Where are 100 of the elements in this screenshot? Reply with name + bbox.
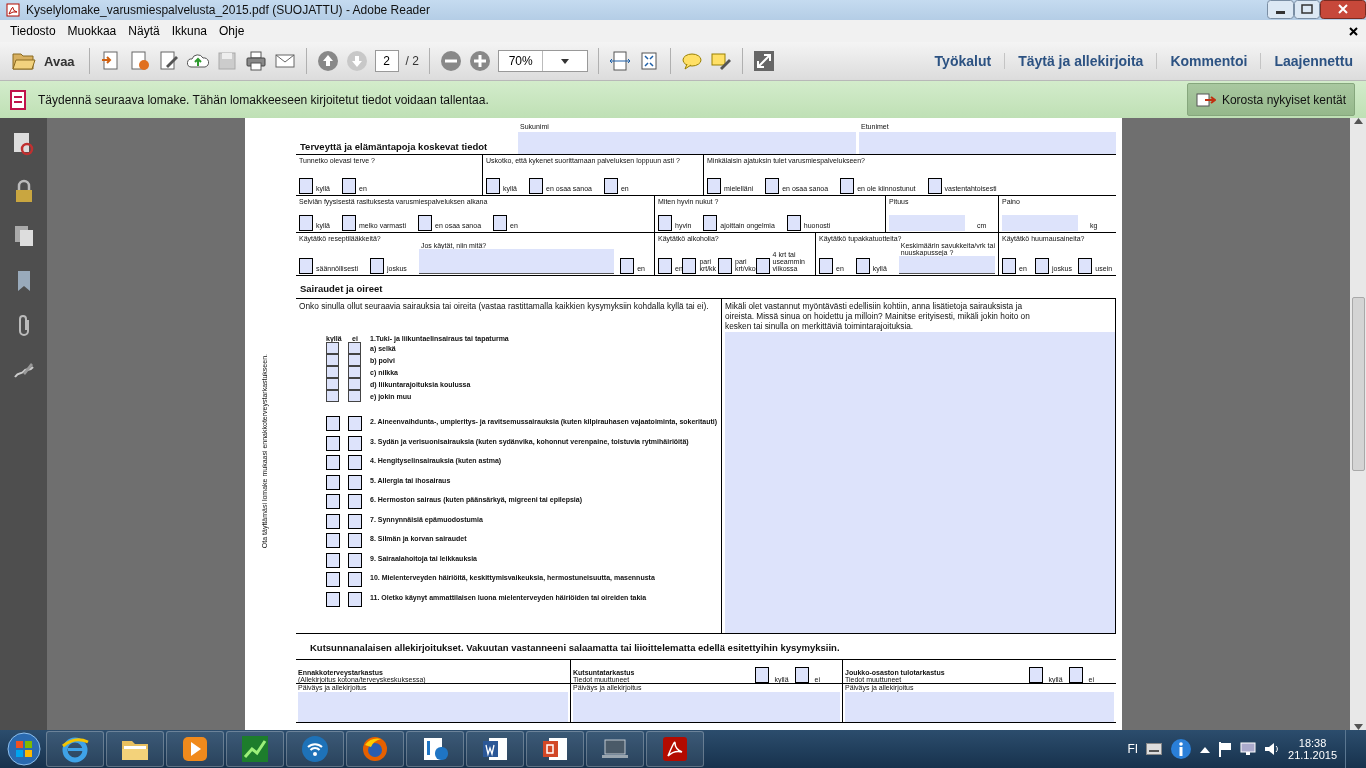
slides-icon[interactable] [541,735,569,763]
pages-icon[interactable] [12,224,35,248]
language-indicator[interactable]: FI [1127,742,1139,756]
start-icon[interactable] [4,731,44,767]
menu-item[interactable]: Ikkuna [165,24,213,38]
checkbox[interactable] [855,258,870,274]
checkbox[interactable] [326,378,339,390]
zoom-out-icon[interactable] [439,50,462,72]
checkbox[interactable] [348,591,362,607]
globe-icon[interactable] [361,735,389,763]
highlight-fields-button[interactable]: Korosta nykyiset kentät [1186,83,1355,116]
checkbox[interactable] [326,455,340,470]
zoom-dropdown[interactable]: 70% [497,50,588,72]
checkbox[interactable] [348,513,362,529]
clock-date[interactable]: 21.1.2015 [1288,749,1337,761]
checkbox[interactable] [370,258,385,274]
clock-time[interactable]: 18:38 [1298,737,1327,749]
signature-field[interactable] [573,692,840,722]
panel-tab[interactable]: Täytä ja allekirjoita [1004,53,1157,69]
menu-item[interactable]: Tiedosto [4,24,62,38]
panel-tab[interactable]: Työkalut [921,53,1005,69]
checkbox[interactable] [1078,258,1093,274]
volume-icon[interactable] [1264,742,1281,756]
panel-tab[interactable]: Laajennettu [1260,53,1366,69]
arrow-up-icon[interactable] [316,50,339,72]
flag-icon[interactable] [1218,741,1233,757]
checkbox[interactable] [348,455,362,470]
checkbox[interactable] [348,378,361,390]
input-field[interactable] [518,132,856,154]
panel-tab[interactable]: Kommentoi [1156,53,1261,69]
signature-field[interactable] [298,692,568,722]
checkbox[interactable] [754,667,769,683]
signature-field[interactable] [845,692,1114,722]
checkbox[interactable] [326,366,339,378]
input-field[interactable] [898,256,995,274]
checkbox[interactable] [348,552,362,568]
checkbox[interactable] [840,178,855,194]
checkbox[interactable] [348,342,361,354]
checkbox[interactable] [299,178,313,194]
zoom-in-icon[interactable] [468,50,491,72]
checkbox[interactable] [348,572,362,587]
document-search-icon[interactable] [11,132,36,158]
checkbox[interactable] [486,178,500,194]
checkbox[interactable] [1035,258,1050,274]
checkbox[interactable] [418,215,433,231]
checkbox[interactable] [927,178,942,194]
fullscreen-icon[interactable] [752,50,775,72]
checkbox[interactable] [326,435,340,451]
checkbox[interactable] [493,215,508,231]
fit-width-icon[interactable] [608,50,631,72]
checkbox[interactable] [342,215,356,231]
menu-item[interactable]: Ohje [213,24,251,38]
checkbox[interactable] [765,178,780,194]
checkbox[interactable] [1028,667,1043,683]
close-icon[interactable] [1349,27,1358,36]
input-field[interactable] [859,132,1116,154]
page-number-field[interactable]: 2 [374,50,399,72]
menu-item[interactable]: Muokkaa [61,24,123,38]
checkbox[interactable] [682,258,697,274]
checkbox[interactable] [326,513,340,529]
checkbox[interactable] [1002,258,1016,274]
highlight-text-icon[interactable] [709,50,732,72]
checkbox[interactable] [1068,667,1083,683]
checkbox[interactable] [786,215,801,231]
keyboard-icon[interactable] [1146,743,1163,755]
minimize-icon[interactable] [1267,0,1294,19]
checkbox[interactable] [603,178,618,194]
checkbox[interactable] [620,258,635,274]
menu-item[interactable]: Näytä [122,24,166,38]
maximize-icon[interactable] [1294,0,1320,19]
checkbox[interactable] [348,416,362,431]
app-icon[interactable] [421,735,449,763]
checkbox[interactable] [326,354,339,366]
checkbox[interactable] [707,178,721,194]
checkbox[interactable] [658,215,672,231]
checkbox[interactable] [326,572,340,587]
checkbox[interactable] [348,366,361,378]
checkbox[interactable] [348,354,361,366]
close-icon[interactable] [1320,0,1366,19]
checkbox[interactable] [326,552,340,568]
open-button[interactable]: Avaa [8,49,79,73]
chart-icon[interactable] [241,735,269,763]
checkbox[interactable] [326,591,340,607]
chevron-up-icon[interactable] [1200,745,1211,753]
checkbox[interactable] [299,258,313,274]
checkbox[interactable] [326,533,340,548]
checkbox[interactable] [348,494,362,509]
checkbox[interactable] [299,215,313,231]
checkbox[interactable] [819,258,833,274]
checkbox[interactable] [658,258,672,274]
checkbox[interactable] [703,215,718,231]
info-icon[interactable] [1170,738,1193,760]
checkbox[interactable] [348,390,361,402]
checkbox[interactable] [326,494,340,509]
input-field[interactable] [418,249,615,274]
wifi-icon[interactable] [301,735,329,763]
scrollbar-thumb[interactable] [1351,297,1365,471]
checkbox[interactable] [326,416,340,431]
checkbox[interactable] [794,667,809,683]
input-field[interactable] [1002,215,1078,231]
